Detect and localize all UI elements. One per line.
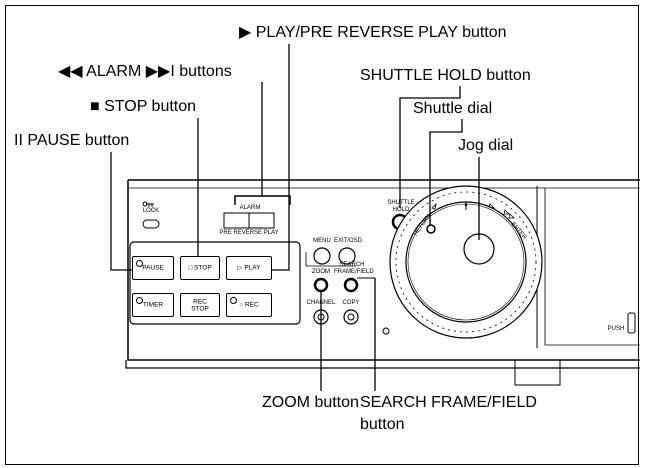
rec-stop-button[interactable]: REC STOP <box>180 293 220 317</box>
play-button[interactable]: ▷ PLAY <box>226 256 272 280</box>
play-button-label: ▷ PLAY <box>237 264 261 272</box>
menu-button <box>313 247 331 265</box>
alarm-callout: ◀◀ ALARM ▶▶I buttons <box>58 63 232 80</box>
rec-stop-label-line2: STOP <box>191 305 209 313</box>
stop-callout: ■ STOP button <box>90 98 197 115</box>
stop-button[interactable]: □ STOP <box>180 256 220 280</box>
rec-button[interactable]: ○ REC <box>226 293 272 317</box>
push-label: PUSH <box>607 326 625 332</box>
timer-button-label: TIMER <box>142 301 164 309</box>
diagram-canvas: PAUSE □ STOP ▷ PLAY TIMER REC STOP ○ REC… <box>0 0 648 468</box>
search-panel-label-line1: SEARCH <box>339 262 365 268</box>
shuttle-hold-panel-label-line1: SHUTTLE <box>387 200 415 206</box>
pause-button[interactable]: PAUSE <box>132 256 174 280</box>
pause-button-label: PAUSE <box>142 264 164 272</box>
shuttle-hold-panel-label-line2: HOLD <box>392 207 410 213</box>
search-callout-line2: button <box>360 416 405 433</box>
zoom-button <box>313 277 329 293</box>
alarm-label: ALARM <box>239 205 261 211</box>
search-panel-label-line2: FRAME/FIELD <box>334 269 374 275</box>
shuttle-hold-callout: SHUTTLE HOLD button <box>360 67 531 84</box>
lock-switch <box>142 219 160 229</box>
rec-button-label: ○ REC <box>239 301 259 309</box>
stop-button-label: □ STOP <box>188 264 212 272</box>
play-callout: ▶ PLAY/PRE REVERSE PLAY button <box>239 24 507 41</box>
push-tab <box>627 312 636 334</box>
rec-stop-label-line1: REC <box>193 298 207 306</box>
zoom-callout: ZOOM button <box>262 394 359 411</box>
pre-reverse-play-label: PRE REVERSE PLAY <box>219 230 279 236</box>
jog-dial-callout: Jog dial <box>458 137 514 154</box>
exit-osd-label: EXIT/OSD <box>334 238 363 244</box>
channel-label: CHANNEL <box>306 300 336 306</box>
pause-callout: II PAUSE button <box>14 132 130 149</box>
menu-label: MENU <box>313 238 331 244</box>
lock-label: LOCK <box>142 208 160 214</box>
timer-button[interactable]: TIMER <box>132 293 174 317</box>
copy-label: COPY <box>342 300 360 306</box>
search-callout-line1: SEARCH FRAME/FIELD <box>360 394 537 411</box>
zoom-panel-label: ZOOM <box>312 269 330 275</box>
shuttle-dial-callout: Shuttle dial <box>413 100 493 117</box>
search-frame-field-button <box>343 277 359 293</box>
